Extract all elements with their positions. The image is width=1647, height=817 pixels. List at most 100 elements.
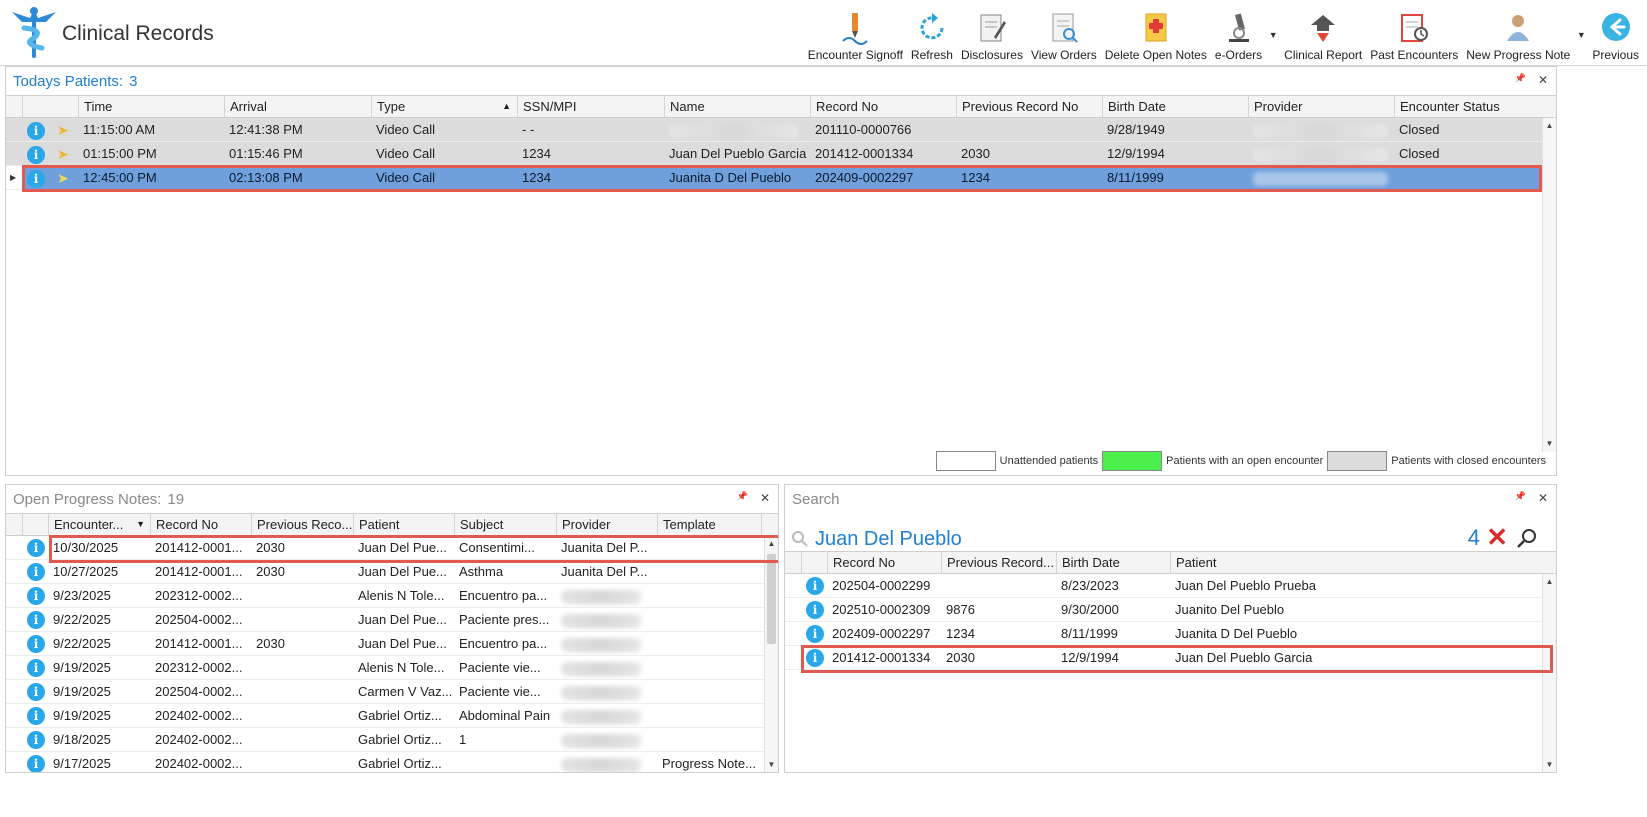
progress-note-dropdown-caret-icon[interactable]: ▼ [1574,30,1588,62]
cell-birth: 8/11/1999 [1061,626,1118,641]
scroll-up-icon[interactable]: ▲ [1543,574,1556,590]
magnifier-icon[interactable] [1516,527,1538,549]
e-orders-dropdown-caret-icon[interactable]: ▼ [1266,30,1280,62]
col-arrival[interactable]: Arrival [225,96,372,117]
table-row-selected[interactable]: ▶ i ➤ 12:45:00 PM 02:13:08 PM Video Call … [6,166,1556,190]
table-row[interactable]: i 9/19/2025 202312-0002... Alenis N Tole...… [6,656,778,680]
cell-subject: Encuentro pa... [459,636,548,651]
disclosures-button[interactable]: Disclosures [957,4,1027,62]
table-row[interactable]: i 202409-0002297 1234 8/11/1999 Juanita D De… [785,622,1556,646]
close-icon[interactable]: ✕ [1538,491,1548,505]
search-input[interactable]: Juan Del Pueblo [815,528,962,551]
cell-birth: 8/23/2023 [1061,578,1119,593]
col-record-no[interactable]: Record No [151,514,252,535]
col-previous-record[interactable]: Previous Record... [942,552,1057,573]
cell-arrival: 12:41:38 PM [229,122,303,137]
cell-subject [455,752,557,772]
delete-open-notes-button[interactable]: Delete Open Notes [1101,4,1211,62]
info-icon[interactable]: i [27,563,45,581]
col-previous-record[interactable]: Previous Reco... [252,514,354,535]
row-indicator [6,584,23,607]
info-icon[interactable]: i [27,146,45,164]
scroll-down-icon[interactable]: ▼ [1543,757,1556,772]
col-template[interactable]: Template [658,514,762,535]
table-row[interactable]: i 202504-0002299 8/23/2023 Juan Del Pueblo … [785,574,1556,598]
col-birth-date[interactable]: Birth Date [1103,96,1249,117]
clear-search-icon[interactable]: ✕ [1486,522,1508,553]
table-row[interactable]: i 201412-0001334 2030 12/9/1994 Juan Del Pue… [785,646,1556,670]
info-icon[interactable]: i [806,625,824,643]
e-orders-button[interactable]: e-Orders [1211,4,1266,62]
search-bar[interactable]: Juan Del Pueblo 4 ✕ [791,522,1546,553]
clinical-report-button[interactable]: Clinical Report [1280,4,1366,62]
past-encounters-button[interactable]: Past Encounters [1366,4,1462,62]
col-encounter[interactable]: Encounter... ▼ [49,514,151,535]
table-row[interactable]: i 9/17/2025 202402-0002... Gabriel Ortiz...… [6,752,778,772]
close-icon[interactable]: ✕ [760,491,770,505]
scroll-down-icon[interactable]: ▼ [1543,436,1556,452]
info-icon[interactable]: i [806,601,824,619]
info-icon[interactable]: i [27,755,45,772]
scroll-thumb[interactable] [767,554,776,644]
todays-scrollbar[interactable]: ▲ ▼ [1542,118,1556,452]
scroll-up-icon[interactable]: ▲ [765,536,778,552]
table-row[interactable]: i 9/19/2025 202504-0002... Carmen V Vaz... P… [6,680,778,704]
cell-prev: 9876 [946,602,975,617]
new-progress-note-button[interactable]: New Progress Note [1462,4,1574,62]
table-row[interactable]: i ➤ 01:15:00 PM 01:15:46 PM Video Call 12… [6,142,1556,166]
info-icon[interactable]: i [27,122,45,140]
col-provider[interactable]: Provider [557,514,658,535]
pin-icon[interactable]: 📌 [737,491,748,505]
info-icon[interactable]: i [27,587,45,605]
refresh-button[interactable]: Refresh [907,4,957,62]
cell-record: 202510-0002309 [832,602,931,617]
table-row[interactable]: i 9/22/2025 201412-0001... 2030 Juan Del Pue… [6,632,778,656]
previous-button[interactable]: Previous [1588,4,1643,62]
view-orders-button[interactable]: View Orders [1027,4,1101,62]
cell-record-no: 202409-0002297 [815,170,914,185]
info-icon[interactable]: i [27,539,45,557]
col-record-no[interactable]: Record No [828,552,942,573]
table-row[interactable]: i 9/22/2025 202504-0002... Juan Del Pue... P… [6,608,778,632]
col-record-no[interactable]: Record No [811,96,957,117]
table-row[interactable]: i 9/23/2025 202312-0002... Alenis N Tole...… [6,584,778,608]
col-previous-record-no[interactable]: Previous Record No [957,96,1103,117]
col-birth-date[interactable]: Birth Date [1057,552,1171,573]
info-icon[interactable]: i [27,683,45,701]
col-encounter-status[interactable]: Encounter Status [1395,96,1543,117]
info-icon[interactable]: i [27,635,45,653]
col-time[interactable]: Time [79,96,225,117]
info-icon[interactable]: i [806,649,824,667]
open-progress-notes-panel: Open Progress Notes: 19 📌 ✕ Encounter...… [5,484,779,773]
col-ssn[interactable]: SSN/MPI [518,96,665,117]
table-row[interactable]: i ➤ 11:15:00 AM 12:41:38 PM Video Call - … [6,118,1556,142]
scroll-down-icon[interactable]: ▼ [765,757,778,772]
encounter-signoff-button[interactable]: Encounter Signoff [804,4,907,62]
info-icon[interactable]: i [27,659,45,677]
table-row[interactable]: i 9/18/2025 202402-0002... Gabriel Ortiz...… [6,728,778,752]
col-name[interactable]: Name [665,96,811,117]
table-row[interactable]: i 202510-0002309 9876 9/30/2000 Juanito Del … [785,598,1556,622]
cell-record: 202504-0002... [155,612,243,627]
cell-subject: Consentimi... [459,540,535,555]
table-row[interactable]: i 9/19/2025 202402-0002... Gabriel Ortiz...… [6,704,778,728]
col-patient[interactable]: Patient [354,514,455,535]
info-icon[interactable]: i [806,577,824,595]
pin-icon[interactable]: 📌 [1515,73,1526,87]
info-icon[interactable]: i [27,611,45,629]
col-patient[interactable]: Patient [1171,552,1541,573]
col-provider[interactable]: Provider [1249,96,1395,117]
close-icon[interactable]: ✕ [1538,73,1548,87]
table-row[interactable]: i 10/27/2025 201412-0001... 2030 Juan Del Pu… [6,560,778,584]
search-scrollbar[interactable]: ▲ ▼ [1542,574,1556,772]
col-type[interactable]: Type ▲ [372,96,518,117]
pin-icon[interactable]: 📌 [1515,491,1526,505]
info-icon[interactable]: i [27,170,45,188]
info-icon[interactable]: i [27,731,45,749]
scroll-up-icon[interactable]: ▲ [1543,118,1556,134]
notes-scrollbar[interactable]: ▲ ▼ [764,536,778,772]
table-row[interactable]: i 10/30/2025 201412-0001... 2030 Juan Del Pu… [6,536,778,560]
info-icon[interactable]: i [27,707,45,725]
col-subject[interactable]: Subject [455,514,557,535]
cell-date: 9/19/2025 [53,684,111,699]
